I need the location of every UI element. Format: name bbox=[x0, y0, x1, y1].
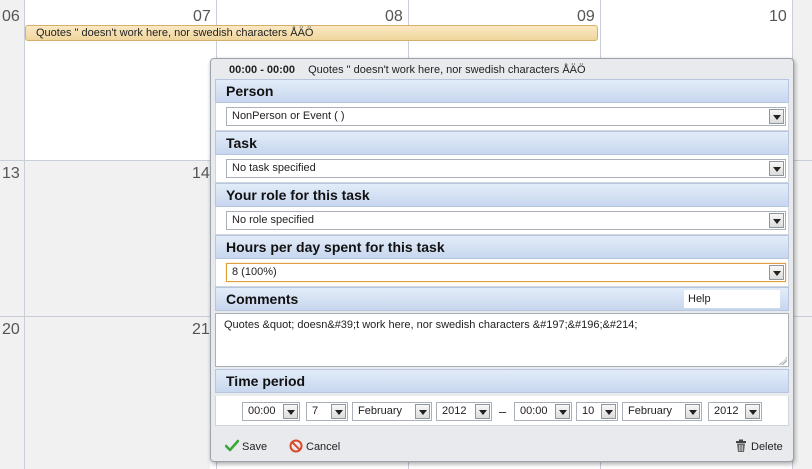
role-select[interactable]: No role specified bbox=[226, 211, 786, 230]
day-number[interactable]: 08 bbox=[385, 8, 403, 26]
calendar-cell-bg bbox=[25, 160, 210, 469]
save-button[interactable]: Save bbox=[225, 439, 267, 455]
start-day-value: 7 bbox=[312, 405, 319, 417]
chevron-down-icon[interactable] bbox=[745, 404, 760, 419]
end-month-select[interactable]: February bbox=[622, 402, 702, 421]
trash-icon bbox=[736, 439, 746, 453]
chevron-down-icon[interactable] bbox=[283, 404, 298, 419]
weekend-column bbox=[792, 0, 812, 469]
hours-section: 8 (100%) bbox=[215, 259, 789, 287]
day-number[interactable]: 14 bbox=[192, 165, 210, 183]
task-section-header: Task bbox=[215, 131, 789, 155]
end-time-select[interactable]: 00:00 bbox=[514, 402, 572, 421]
resize-grip-icon[interactable] bbox=[779, 357, 787, 365]
end-day-value: 10 bbox=[582, 405, 595, 417]
comments-label: Comments bbox=[226, 291, 299, 307]
end-time-value: 00:00 bbox=[520, 405, 548, 417]
chevron-down-icon[interactable] bbox=[555, 404, 570, 419]
calendar-event[interactable]: Quotes " doesn't work here, nor swedish … bbox=[25, 25, 598, 41]
day-number[interactable]: 07 bbox=[193, 8, 211, 26]
delete-label: Delete bbox=[751, 441, 783, 453]
event-time-range: 00:00 - 00:00 bbox=[229, 64, 296, 76]
start-time-select[interactable]: 00:00 bbox=[242, 402, 300, 421]
start-year-value: 2012 bbox=[442, 405, 467, 417]
role-select-value: No role specified bbox=[232, 214, 314, 226]
event-editor-popup: 00:00 - 00:00 Quotes " doesn't work here… bbox=[210, 58, 794, 462]
task-section: No task specified bbox=[215, 155, 789, 183]
chevron-down-icon[interactable] bbox=[769, 109, 784, 124]
help-link[interactable]: Help bbox=[684, 290, 780, 308]
cancel-label: Cancel bbox=[306, 441, 341, 453]
popup-header: 00:00 - 00:00 Quotes " doesn't work here… bbox=[211, 59, 793, 81]
date-range-separator: – bbox=[499, 404, 507, 419]
chevron-down-icon[interactable] bbox=[331, 404, 346, 419]
end-day-select[interactable]: 10 bbox=[576, 402, 618, 421]
delete-button[interactable]: Delete bbox=[734, 439, 783, 455]
hours-section-header: Hours per day spent for this task bbox=[215, 235, 789, 259]
person-section: NonPerson or Event ( ) bbox=[215, 103, 789, 131]
person-section-header: Person bbox=[215, 79, 789, 103]
cancel-button[interactable]: Cancel bbox=[289, 439, 340, 455]
start-month-select[interactable]: February bbox=[352, 402, 432, 421]
person-select-value: NonPerson or Event ( ) bbox=[232, 110, 345, 122]
person-select[interactable]: NonPerson or Event ( ) bbox=[226, 107, 786, 126]
chevron-down-icon[interactable] bbox=[769, 213, 784, 228]
chevron-down-icon[interactable] bbox=[475, 404, 490, 419]
day-number[interactable]: 09 bbox=[577, 8, 595, 26]
comments-textarea[interactable]: Quotes &quot; doesn&#39;t work here, nor… bbox=[215, 313, 789, 367]
end-month-value: February bbox=[628, 405, 673, 417]
check-icon bbox=[225, 439, 239, 452]
hours-select[interactable]: 8 (100%) bbox=[226, 263, 786, 282]
start-time-value: 00:00 bbox=[248, 405, 276, 417]
chevron-down-icon[interactable] bbox=[685, 404, 700, 419]
chevron-down-icon[interactable] bbox=[415, 404, 430, 419]
role-section: No role specified bbox=[215, 207, 789, 235]
day-number[interactable]: 21 bbox=[192, 321, 210, 339]
start-day-select[interactable]: 7 bbox=[306, 402, 348, 421]
weekend-column bbox=[0, 0, 25, 469]
end-year-select[interactable]: 2012 bbox=[708, 402, 762, 421]
chevron-down-icon[interactable] bbox=[769, 265, 784, 280]
task-select-value: No task specified bbox=[232, 162, 316, 174]
popup-footer: Save Cancel Delete bbox=[211, 435, 793, 459]
chevron-down-icon[interactable] bbox=[601, 404, 616, 419]
end-year-value: 2012 bbox=[714, 405, 739, 417]
time-period-row: 00:00 7 February 2012 – 00:00 10 Februar… bbox=[215, 396, 789, 426]
save-label: Save bbox=[242, 441, 268, 453]
day-number[interactable]: 10 bbox=[769, 8, 787, 26]
comments-text: Quotes &quot; doesn&#39;t work here, nor… bbox=[224, 319, 638, 331]
comments-section-header: Comments Help bbox=[215, 287, 789, 311]
chevron-down-icon[interactable] bbox=[769, 161, 784, 176]
hours-select-value: 8 (100%) bbox=[232, 266, 277, 278]
day-number[interactable]: 20 bbox=[2, 321, 20, 339]
event-title: Quotes " doesn't work here, nor swedish … bbox=[308, 64, 586, 76]
task-select[interactable]: No task specified bbox=[226, 159, 786, 178]
start-month-value: February bbox=[358, 405, 403, 417]
cancel-icon bbox=[289, 439, 303, 453]
day-number[interactable]: 13 bbox=[2, 165, 20, 183]
start-year-select[interactable]: 2012 bbox=[436, 402, 492, 421]
time-period-section-header: Time period bbox=[215, 369, 789, 393]
day-number[interactable]: 06 bbox=[2, 8, 20, 26]
role-section-header: Your role for this task bbox=[215, 183, 789, 207]
